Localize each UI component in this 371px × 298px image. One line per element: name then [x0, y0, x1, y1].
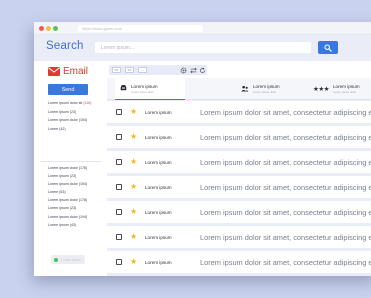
row-checkbox[interactable] [116, 234, 122, 240]
label-item[interactable]: Lorem ipsum dolor (194) [48, 180, 87, 188]
email-snippet: Lorem ipsum dolor sit amet, consectetur … [200, 207, 371, 217]
folder-list: Lorem ipsum dolor sit (116) Lorem ipsum … [48, 99, 91, 133]
tab-primary[interactable]: Lorem ipsum Lorem ipsum dolor [115, 78, 185, 100]
tab-subtitle: Lorem ipsum dolor [332, 90, 357, 94]
refresh-icon[interactable] [199, 66, 206, 77]
minimize-window-button[interactable] [46, 26, 51, 31]
search-logo: Search [46, 40, 84, 52]
tab-title: Lorem ipsum [131, 83, 158, 89]
email-sender: Lorem ipsum [145, 109, 172, 115]
toolbar-group: <> <> ... [109, 65, 207, 75]
email-row[interactable]: ★ Lorem ipsum Lorem ipsum dolor sit amet… [107, 151, 371, 173]
row-checkbox[interactable] [116, 159, 122, 165]
email-row[interactable]: ★ Lorem ipsum Lorem ipsum dolor sit amet… [107, 226, 371, 248]
category-tabs: Lorem ipsum Lorem ipsum dolor Lorem ipsum… [107, 78, 371, 100]
search-button[interactable] [318, 41, 338, 54]
magnifier-icon [324, 43, 332, 52]
star-icon[interactable]: ★ [130, 183, 137, 191]
tab-title: Lorem ipsum [332, 84, 360, 89]
folder-item[interactable]: Lorem ipsum (23) [48, 108, 91, 117]
app-header: Search [34, 35, 371, 61]
maximize-window-button[interactable] [53, 26, 58, 31]
sidebar: Email Send Lorem ipsum dolor sit (116) L… [34, 61, 107, 276]
email-brand: Email [48, 65, 89, 77]
folder-item[interactable]: Lorem ipsum dolor sit (116) [48, 99, 91, 108]
folder-item[interactable]: Lorem ipsum dolor (194) [48, 116, 91, 125]
star-icon[interactable]: ★ [130, 158, 137, 166]
email-brand-label: Email [63, 65, 89, 77]
email-sender: Lorem ipsum [145, 259, 172, 265]
label-item[interactable]: Lorem ipsum dolor (178) [48, 196, 87, 204]
swap-icon[interactable] [190, 66, 197, 77]
folder-item[interactable]: Lorem (42) [48, 125, 91, 134]
email-row[interactable]: ★ Lorem ipsum Lorem ipsum dolor sit amet… [107, 201, 371, 223]
title-bar: https://www.gpsm.com [34, 22, 371, 35]
tab-subtitle: Lorem ipsum dolor [253, 90, 277, 94]
code-button-2[interactable]: <> [125, 67, 134, 73]
code-button[interactable]: <> [112, 67, 121, 73]
label-item[interactable]: Lorem ipsum dolor (176) [48, 164, 87, 172]
toolbar: <> <> ... [107, 61, 371, 78]
label-item[interactable]: Lorem ipsum (43) [48, 221, 87, 229]
row-checkbox[interactable] [116, 184, 122, 190]
more-button[interactable]: ... [138, 67, 147, 73]
email-sender: Lorem ipsum [145, 209, 172, 215]
label-item[interactable]: Lorem ipsum (23) [48, 204, 87, 212]
email-snippet: Lorem ipsum dolor sit amet, consectetur … [200, 182, 371, 192]
email-row[interactable]: ★ Lorem ipsum Lorem ipsum dolor sit amet… [107, 101, 371, 123]
email-sender: Lorem ipsum [145, 134, 172, 140]
star-icon[interactable]: ★ [130, 258, 137, 266]
tab-social-content[interactable]: Lorem ipsum Lorem ipsum dolor [241, 78, 311, 100]
tab-subtitle: Lorem ipsum dolor [131, 89, 155, 94]
email-row[interactable]: ★ Lorem ipsum Lorem ipsum dolor sit amet… [107, 251, 371, 273]
mail-panel: <> <> ... Lorem ipsum Lorem ipsum dolor … [107, 61, 371, 276]
email-row[interactable]: ★ Lorem ipsum Lorem ipsum dolor sit amet… [107, 126, 371, 148]
email-sender: Lorem ipsum [145, 234, 172, 240]
label-list: Lorem ipsum dolor (176) Lorem ipsum (23)… [48, 164, 87, 229]
email-sender: Lorem ipsum [145, 184, 172, 190]
address-bar[interactable]: https://www.gpsm.com [78, 25, 203, 32]
email-snippet: Lorem ipsum dolor sit amet, consectetur … [200, 107, 371, 117]
email-row[interactable]: ★ Lorem ipsum Lorem ipsum dolor sit amet… [107, 176, 371, 198]
search-input[interactable] [95, 42, 311, 53]
email-snippet: Lorem ipsum dolor sit amet, consectetur … [200, 132, 371, 142]
online-dot-icon [54, 257, 58, 262]
email-snippet: Lorem ipsum dolor sit amet, consectetur … [200, 257, 371, 267]
gear-icon[interactable] [180, 66, 187, 77]
sidebar-divider [40, 161, 102, 162]
send-button[interactable]: Send [48, 84, 88, 95]
row-checkbox[interactable] [116, 109, 122, 115]
email-snippet: Lorem ipsum dolor sit amet, consectetur … [200, 157, 371, 167]
star-icon[interactable]: ★ [130, 233, 137, 241]
people-icon [241, 85, 249, 94]
label-item[interactable]: Lorem ipsum dolor (194) [48, 213, 87, 221]
star-icon[interactable]: ★ [130, 133, 137, 141]
tab-promotions[interactable]: ★★★ Lorem ipsum Lorem ipsum dolor [313, 78, 371, 100]
tab-title: Lorem ipsum [253, 84, 280, 89]
star-icon[interactable]: ★ [130, 108, 137, 116]
online-status[interactable]: Lorem ipsum [51, 255, 85, 264]
label-item[interactable]: Lorem (63) [48, 188, 87, 196]
row-checkbox[interactable] [116, 259, 122, 265]
label-item[interactable]: Lorem ipsum (23) [48, 172, 87, 180]
row-checkbox[interactable] [116, 134, 122, 140]
inbox-icon [120, 84, 127, 93]
email-sender: Lorem ipsum [145, 159, 172, 165]
email-snippet: Lorem ipsum dolor sit amet, consectetur … [200, 232, 371, 242]
row-checkbox[interactable] [116, 209, 122, 215]
star-icon[interactable]: ★ [130, 208, 137, 216]
envelope-icon [48, 66, 60, 76]
browser-window: https://www.gpsm.com Search Email Send L… [34, 22, 371, 276]
close-window-button[interactable] [39, 26, 44, 31]
online-status-label: Lorem ipsum [61, 257, 82, 262]
stars-icon: ★★★ [313, 85, 329, 93]
